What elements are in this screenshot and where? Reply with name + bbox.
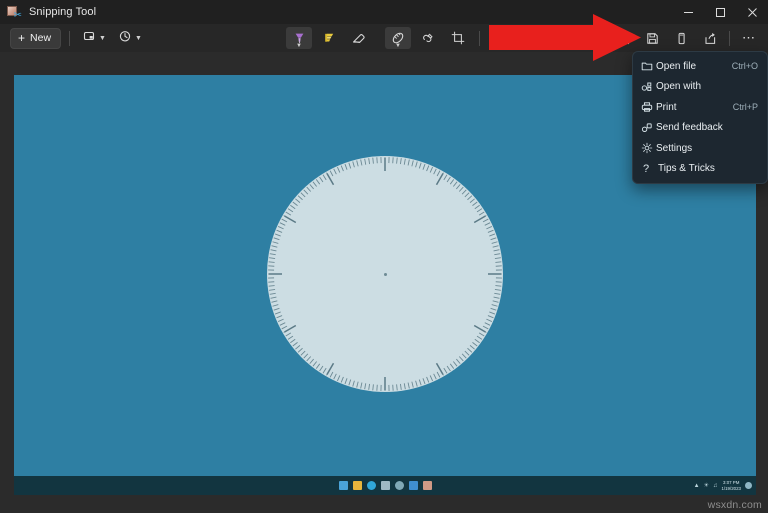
window-title: Snipping Tool (29, 6, 96, 18)
menu-item-tips-and-tricks[interactable]: ? Tips & Tricks (633, 159, 767, 180)
close-button[interactable] (736, 0, 768, 24)
highlighter-tool[interactable] (316, 27, 342, 49)
new-snip-label: New (30, 32, 51, 44)
chevron-down-icon: ▼ (99, 35, 106, 42)
ruler-tool[interactable]: ▼ (385, 27, 411, 49)
protractor-center-dot (384, 273, 387, 276)
ballpoint-pen-tool[interactable]: ▼ (286, 27, 312, 49)
snip-delay-button[interactable]: ▼ (116, 27, 144, 49)
maximize-button[interactable] (704, 0, 736, 24)
system-tray: ▲ ☀ ♫ 3:07 PM 1/19/2023 (694, 476, 752, 495)
crop-tool[interactable] (445, 27, 471, 49)
captured-taskbar: ▲ ☀ ♫ 3:07 PM 1/19/2023 (14, 476, 756, 495)
menu-item-label: Open file (656, 61, 732, 72)
tray-network-icon: ☀ (704, 483, 709, 489)
editing-tools-group: ▼ ▼ (286, 24, 514, 52)
feedback-icon (641, 122, 656, 134)
protractor-circle (267, 156, 503, 392)
taskbar-icons (339, 481, 432, 490)
taskbar-icon-edge (367, 481, 376, 490)
folder-open-icon (641, 60, 656, 72)
menu-item-label: Settings (656, 143, 758, 154)
ellipsis-icon: ⋯ (742, 30, 756, 46)
printer-icon (641, 101, 656, 113)
menu-item-accelerator: Ctrl+P (733, 102, 758, 112)
copy-button[interactable] (668, 27, 694, 49)
snipping-tool-window: ✂ Snipping Tool + New (0, 0, 768, 513)
taskbar-icon-snipping-tool (423, 481, 432, 490)
window-controls (672, 0, 768, 24)
snipping-tool-icon: ✂ (7, 6, 20, 19)
share-button[interactable] (697, 27, 723, 49)
menu-item-accelerator: Ctrl+O (732, 61, 758, 71)
tray-clock-time: 3:07 PM (721, 480, 741, 485)
chevron-down-icon: ▼ (296, 43, 302, 49)
touch-writing-tool[interactable] (415, 27, 441, 49)
menu-item-label: Send feedback (656, 122, 758, 133)
menu-item-send-feedback[interactable]: Send feedback (633, 118, 767, 139)
toolbar-divider (479, 31, 480, 46)
minimize-button[interactable] (672, 0, 704, 24)
more-options-menu: Open file Ctrl+O Open with (632, 51, 768, 184)
taskbar-icon-explorer (353, 481, 362, 490)
open-with-icon (641, 81, 656, 93)
chevron-down-icon: ▼ (135, 35, 142, 42)
taskbar-icon-store (409, 481, 418, 490)
tray-volume-icon: ♫ (713, 483, 718, 489)
tray-clock-date: 1/19/2023 (721, 486, 741, 491)
title-bar: ✂ Snipping Tool (0, 0, 768, 24)
tray-chevron-up-icon: ▲ (694, 483, 700, 489)
question-mark-icon: ? (641, 163, 658, 175)
tray-clock: 3:07 PM 1/19/2023 (721, 480, 741, 490)
taskbar-icon-start (339, 481, 348, 490)
eraser-tool[interactable] (346, 27, 372, 49)
red-arrow-annotation (489, 14, 641, 61)
taskbar-icon-mail (381, 481, 390, 490)
tray-notification-icon (745, 482, 752, 489)
watermark: wsxdn.com (708, 499, 762, 511)
menu-item-print[interactable]: Print Ctrl+P (633, 97, 767, 118)
timer-delay-icon (118, 29, 132, 48)
menu-item-label: Open with (656, 81, 758, 92)
rectangle-mode-icon (82, 29, 96, 48)
chevron-down-icon: ▼ (395, 43, 401, 49)
taskbar-icon-settings (395, 481, 404, 490)
new-snip-button[interactable]: + New (10, 28, 61, 49)
menu-item-label: Print (656, 102, 733, 113)
gear-icon (641, 142, 656, 154)
menu-item-settings[interactable]: Settings (633, 138, 767, 159)
save-button[interactable] (639, 27, 665, 49)
menu-item-label: Tips & Tricks (658, 163, 758, 174)
menu-item-open-file[interactable]: Open file Ctrl+O (633, 56, 767, 77)
toolbar-divider (69, 31, 70, 46)
plus-icon: + (18, 32, 25, 44)
toolbar-divider (729, 31, 730, 46)
menu-item-open-with[interactable]: Open with (633, 77, 767, 98)
snip-mode-button[interactable]: ▼ (80, 27, 108, 49)
main-toolbar: + New ▼ ▼ (0, 24, 768, 52)
more-options-button[interactable]: ⋯ (736, 27, 762, 49)
